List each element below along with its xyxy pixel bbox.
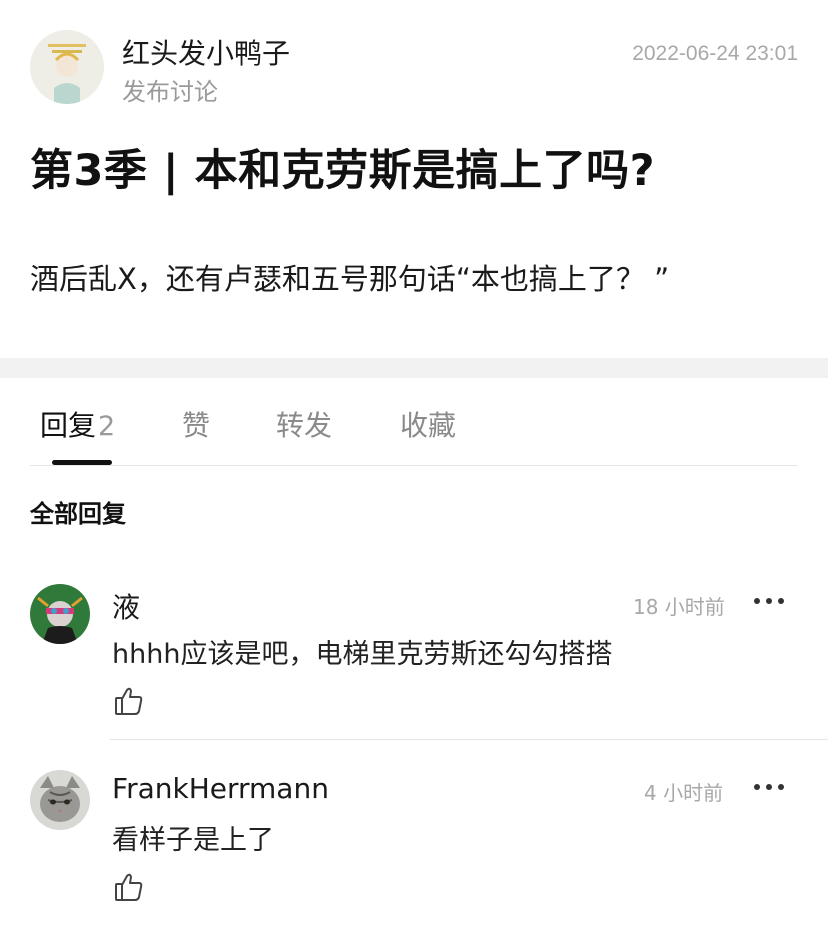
tab-replies[interactable]: 回复2 — [40, 404, 115, 444]
author-avatar[interactable] — [30, 30, 104, 104]
commenter-name[interactable]: 液 — [112, 586, 140, 626]
all-replies-heading: 全部回复 — [30, 500, 126, 528]
comment-time: 4 小时前 — [644, 781, 724, 805]
post-title: 第3季 | 本和克劳斯是搞上了吗? — [30, 146, 656, 196]
tab-bar: 回复2 赞 转发 收藏 — [30, 378, 798, 466]
comment-text: hhhh应该是吧，电梯里克劳斯还勾勾搭搭 — [112, 639, 613, 670]
post-header: 红头发小鸭子 发布讨论 2022-06-24 23:01 — [30, 30, 798, 106]
commenter-name[interactable]: FrankHerrmann — [112, 772, 329, 805]
more-dots-icon[interactable] — [752, 591, 786, 611]
post-body: 酒后乱X，还有卢瑟和五号那句话“本也搞上了？ ” — [30, 262, 670, 296]
tab-replies-count: 2 — [98, 411, 116, 442]
tab-reposts[interactable]: 转发 — [276, 404, 332, 444]
comment-time: 18 小时前 — [633, 595, 725, 619]
comment-separator — [110, 739, 828, 740]
comment-text: 看样子是上了 — [112, 825, 274, 856]
post-timestamp: 2022-06-24 23:01 — [632, 42, 798, 65]
commenter-avatar[interactable] — [30, 584, 90, 644]
more-dots-icon[interactable] — [752, 777, 786, 797]
thumbs-up-icon[interactable] — [112, 684, 146, 718]
tab-likes[interactable]: 赞 — [182, 404, 210, 444]
tab-replies-label: 回复 — [40, 409, 97, 442]
active-tab-indicator — [52, 460, 112, 465]
commenter-avatar[interactable] — [30, 770, 90, 830]
tab-favorites[interactable]: 收藏 — [400, 404, 456, 444]
author-action: 发布讨论 — [122, 78, 218, 106]
thumbs-up-icon[interactable] — [112, 870, 146, 904]
section-divider — [0, 358, 828, 378]
author-name[interactable]: 红头发小鸭子 — [122, 32, 290, 72]
